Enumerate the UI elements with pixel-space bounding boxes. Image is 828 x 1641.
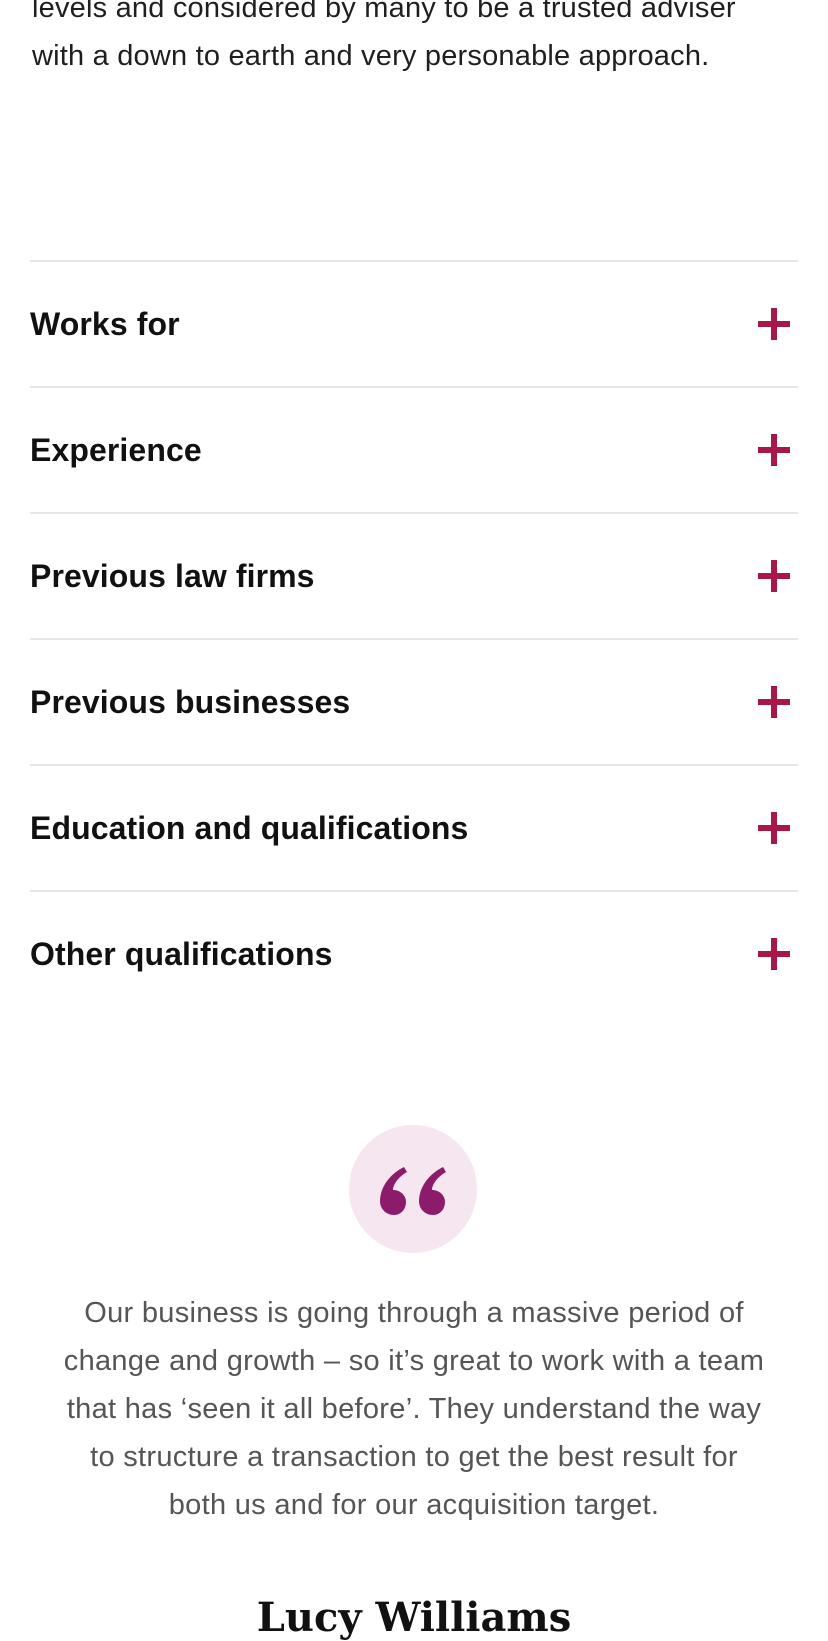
accordion-item-previous-law-firms[interactable]: Previous law firms (30, 514, 798, 640)
plus-icon[interactable] (758, 308, 790, 340)
profile-accordion: Works for Experience Previous law firms … (30, 260, 798, 1016)
accordion-item-experience[interactable]: Experience (30, 388, 798, 514)
accordion-item-other-qualifications[interactable]: Other qualifications (30, 892, 798, 1016)
plus-icon[interactable] (758, 686, 790, 718)
accordion-item-label: Experience (30, 431, 202, 468)
accordion-item-education[interactable]: Education and qualifications (30, 766, 798, 892)
testimonial-author: Lucy Williams (256, 1594, 572, 1641)
plus-icon[interactable] (758, 812, 790, 844)
intro-paragraph: levels and considered by many to be a tr… (32, 0, 736, 72)
accordion-item-previous-businesses[interactable]: Previous businesses (30, 640, 798, 766)
accordion-item-label: Previous businesses (30, 683, 351, 720)
accordion-item-label: Education and qualifications (30, 809, 469, 846)
accordion-item-label: Other qualifications (30, 935, 333, 972)
accordion-item-works-for[interactable]: Works for (30, 262, 798, 388)
plus-icon[interactable] (758, 938, 790, 970)
quote-badge (349, 1125, 477, 1253)
accordion-item-label: Previous law firms (30, 557, 315, 594)
testimonial-quote: Our business is going through a massive … (63, 1297, 765, 1521)
quote-icon (380, 1167, 446, 1215)
plus-icon[interactable] (758, 434, 790, 466)
accordion-item-label: Works for (30, 305, 180, 342)
plus-icon[interactable] (758, 560, 790, 592)
